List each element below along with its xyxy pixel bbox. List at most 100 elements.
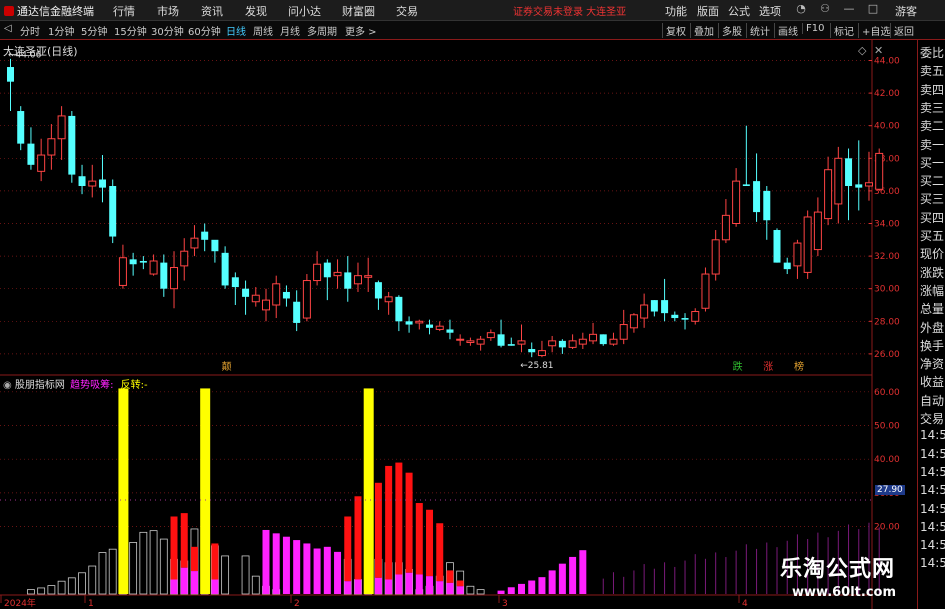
price-tick-label: 28.00 [874,317,900,327]
side-panel-item[interactable]: 自动 [920,392,944,409]
period-tab-weekly[interactable]: 周线 [253,23,273,38]
x-tick-label: 1 [88,599,94,609]
overlay-button[interactable]: 叠加 [690,23,714,38]
candle-body [201,231,209,240]
indicator-bar-white [47,585,56,595]
candle-body [435,325,444,330]
side-panel-item[interactable]: 交易 [920,410,944,427]
indicator-bar-magenta [579,550,587,594]
menu-item-news[interactable]: 资讯 [201,3,223,19]
add-watchlist-button[interactable]: +自选 [858,23,890,38]
period-tab-multi[interactable]: 多周期 [307,23,337,38]
indicator-bar-magenta [569,556,577,594]
side-panel-item[interactable]: 换手 [920,337,944,354]
side-panel-item[interactable]: 卖四 [920,81,944,98]
side-panel-item[interactable]: 卖三 [920,99,944,116]
guest-label[interactable]: 游客 [895,3,917,19]
side-panel-item[interactable]: 14:56 [920,483,945,497]
menu-item-formula[interactable]: 公式 [728,3,750,19]
menu-bar: 通达信金融终端 行情 市场 资讯 发现 问小达 财富圈 交易 证券交易未登录 大… [0,0,945,21]
minimize-icon[interactable]: — [842,2,856,16]
side-panel-item[interactable]: 收益 [920,373,944,390]
indicator-bar-white [129,542,138,595]
side-panel-item[interactable]: 买二 [920,172,944,189]
side-panel-item[interactable]: 卖五 [920,62,944,79]
period-tab-1min[interactable]: 1分钟 [48,23,74,38]
side-panel-item[interactable]: 14:56 [920,428,945,442]
indicator-bar-magenta [405,572,413,594]
period-tab-monthly[interactable]: 月线 [280,23,300,38]
side-panel-item[interactable]: 买三 [920,190,944,207]
candle-body [118,257,127,286]
period-tab-5min[interactable]: 5分钟 [81,23,107,38]
menu-item-functions[interactable]: 功能 [665,3,687,19]
draw-line-button[interactable]: 画线 [774,23,798,38]
help-icon[interactable]: ◔ [794,2,808,16]
menu-item-market[interactable]: 行情 [113,3,135,19]
indicator-gear-icon[interactable]: ◉ [3,380,12,391]
maximize-icon[interactable]: □ [866,2,880,16]
indicator-name[interactable]: 股朋指标网 [15,380,65,391]
menu-item-trade[interactable]: 交易 [396,3,418,19]
side-panel-item[interactable]: 14:56 [920,538,945,552]
candle-body [528,349,536,353]
side-panel-item[interactable]: 卖二 [920,117,944,134]
price-tick-label: 44.00 [874,57,900,67]
side-panel-item[interactable]: 买四 [920,209,944,226]
side-panel-item[interactable]: 委比 [920,44,944,61]
side-panel-item[interactable]: 外盘 [920,319,944,336]
mark-button[interactable]: 标记 [830,23,854,38]
candle-body [68,115,76,175]
menu-item-wealth[interactable]: 财富圈 [342,3,375,19]
login-notice[interactable]: 证券交易未登录 大连圣亚 [513,3,626,18]
period-tab-30min[interactable]: 30分钟 [151,23,184,38]
side-panel-item[interactable]: 涨跌 [920,264,944,281]
candle-body [242,288,250,297]
period-tab-tick[interactable]: ◁ [4,23,12,34]
side-panel-item[interactable]: 买一 [920,154,944,171]
menu-item-markets[interactable]: 市场 [157,3,179,19]
side-panel-item[interactable]: 总量 [920,300,944,317]
menu-item-ask[interactable]: 问小达 [288,3,321,19]
period-tab-daily[interactable]: 日线 [226,23,246,38]
watermark-url: www.60lt.com [792,585,897,600]
statistics-button[interactable]: 统计 [746,23,770,38]
stock-chart[interactable]: 44.0042.0040.0038.0036.0034.0032.0030.00… [0,40,917,609]
period-tab-intraday[interactable]: 分时 [20,23,40,38]
side-panel-item[interactable]: 14:56 [920,556,945,570]
indicator-title: ◉ 股朋指标网 趋势吸筹: 反转:- [3,376,148,391]
menu-item-discover[interactable]: 发现 [245,3,267,19]
menu-item-options[interactable]: 选项 [759,3,781,19]
side-panel-item[interactable]: 涨幅 [920,282,944,299]
side-panel-item[interactable]: 现价 [920,245,944,262]
indicator-bar-magenta [190,571,198,594]
candle-body [793,242,802,267]
side-panel-item[interactable]: 14:56 [920,520,945,534]
candle-body [139,260,147,263]
indicator-tick-label: 60.00 [874,388,900,398]
candle-body [302,280,311,319]
side-panel-item[interactable]: 买五 [920,227,944,244]
multi-stock-button[interactable]: 多股 [718,23,742,38]
indicator-bar-magenta [436,581,444,594]
back-button[interactable]: 返回 [890,23,914,38]
candle-body [7,67,14,82]
candle-body [517,340,526,345]
adjust-button[interactable]: 复权 [662,23,686,38]
period-tab-60min[interactable]: 60分钟 [188,23,221,38]
side-panel-item[interactable]: 净资 [920,355,944,372]
indicator-bar-magenta [528,580,536,594]
period-tab-15min[interactable]: 15分钟 [114,23,147,38]
signal-marker: 跌 [733,360,743,373]
skin-icon[interactable]: ⚇ [818,2,832,16]
side-panel-item[interactable]: 14:56 [920,502,945,516]
price-tick-label: 32.00 [874,252,900,262]
side-panel-item[interactable]: 卖一 [920,136,944,153]
menu-item-layout[interactable]: 版面 [697,3,719,19]
indicator-bar-yellow [200,388,211,594]
candle-body [109,186,117,237]
f10-button[interactable]: F10 [802,23,824,34]
side-panel-item[interactable]: 14:56 [920,447,945,461]
side-panel-item[interactable]: 14:56 [920,465,945,479]
period-tab-more[interactable]: 更多 > [345,23,377,38]
